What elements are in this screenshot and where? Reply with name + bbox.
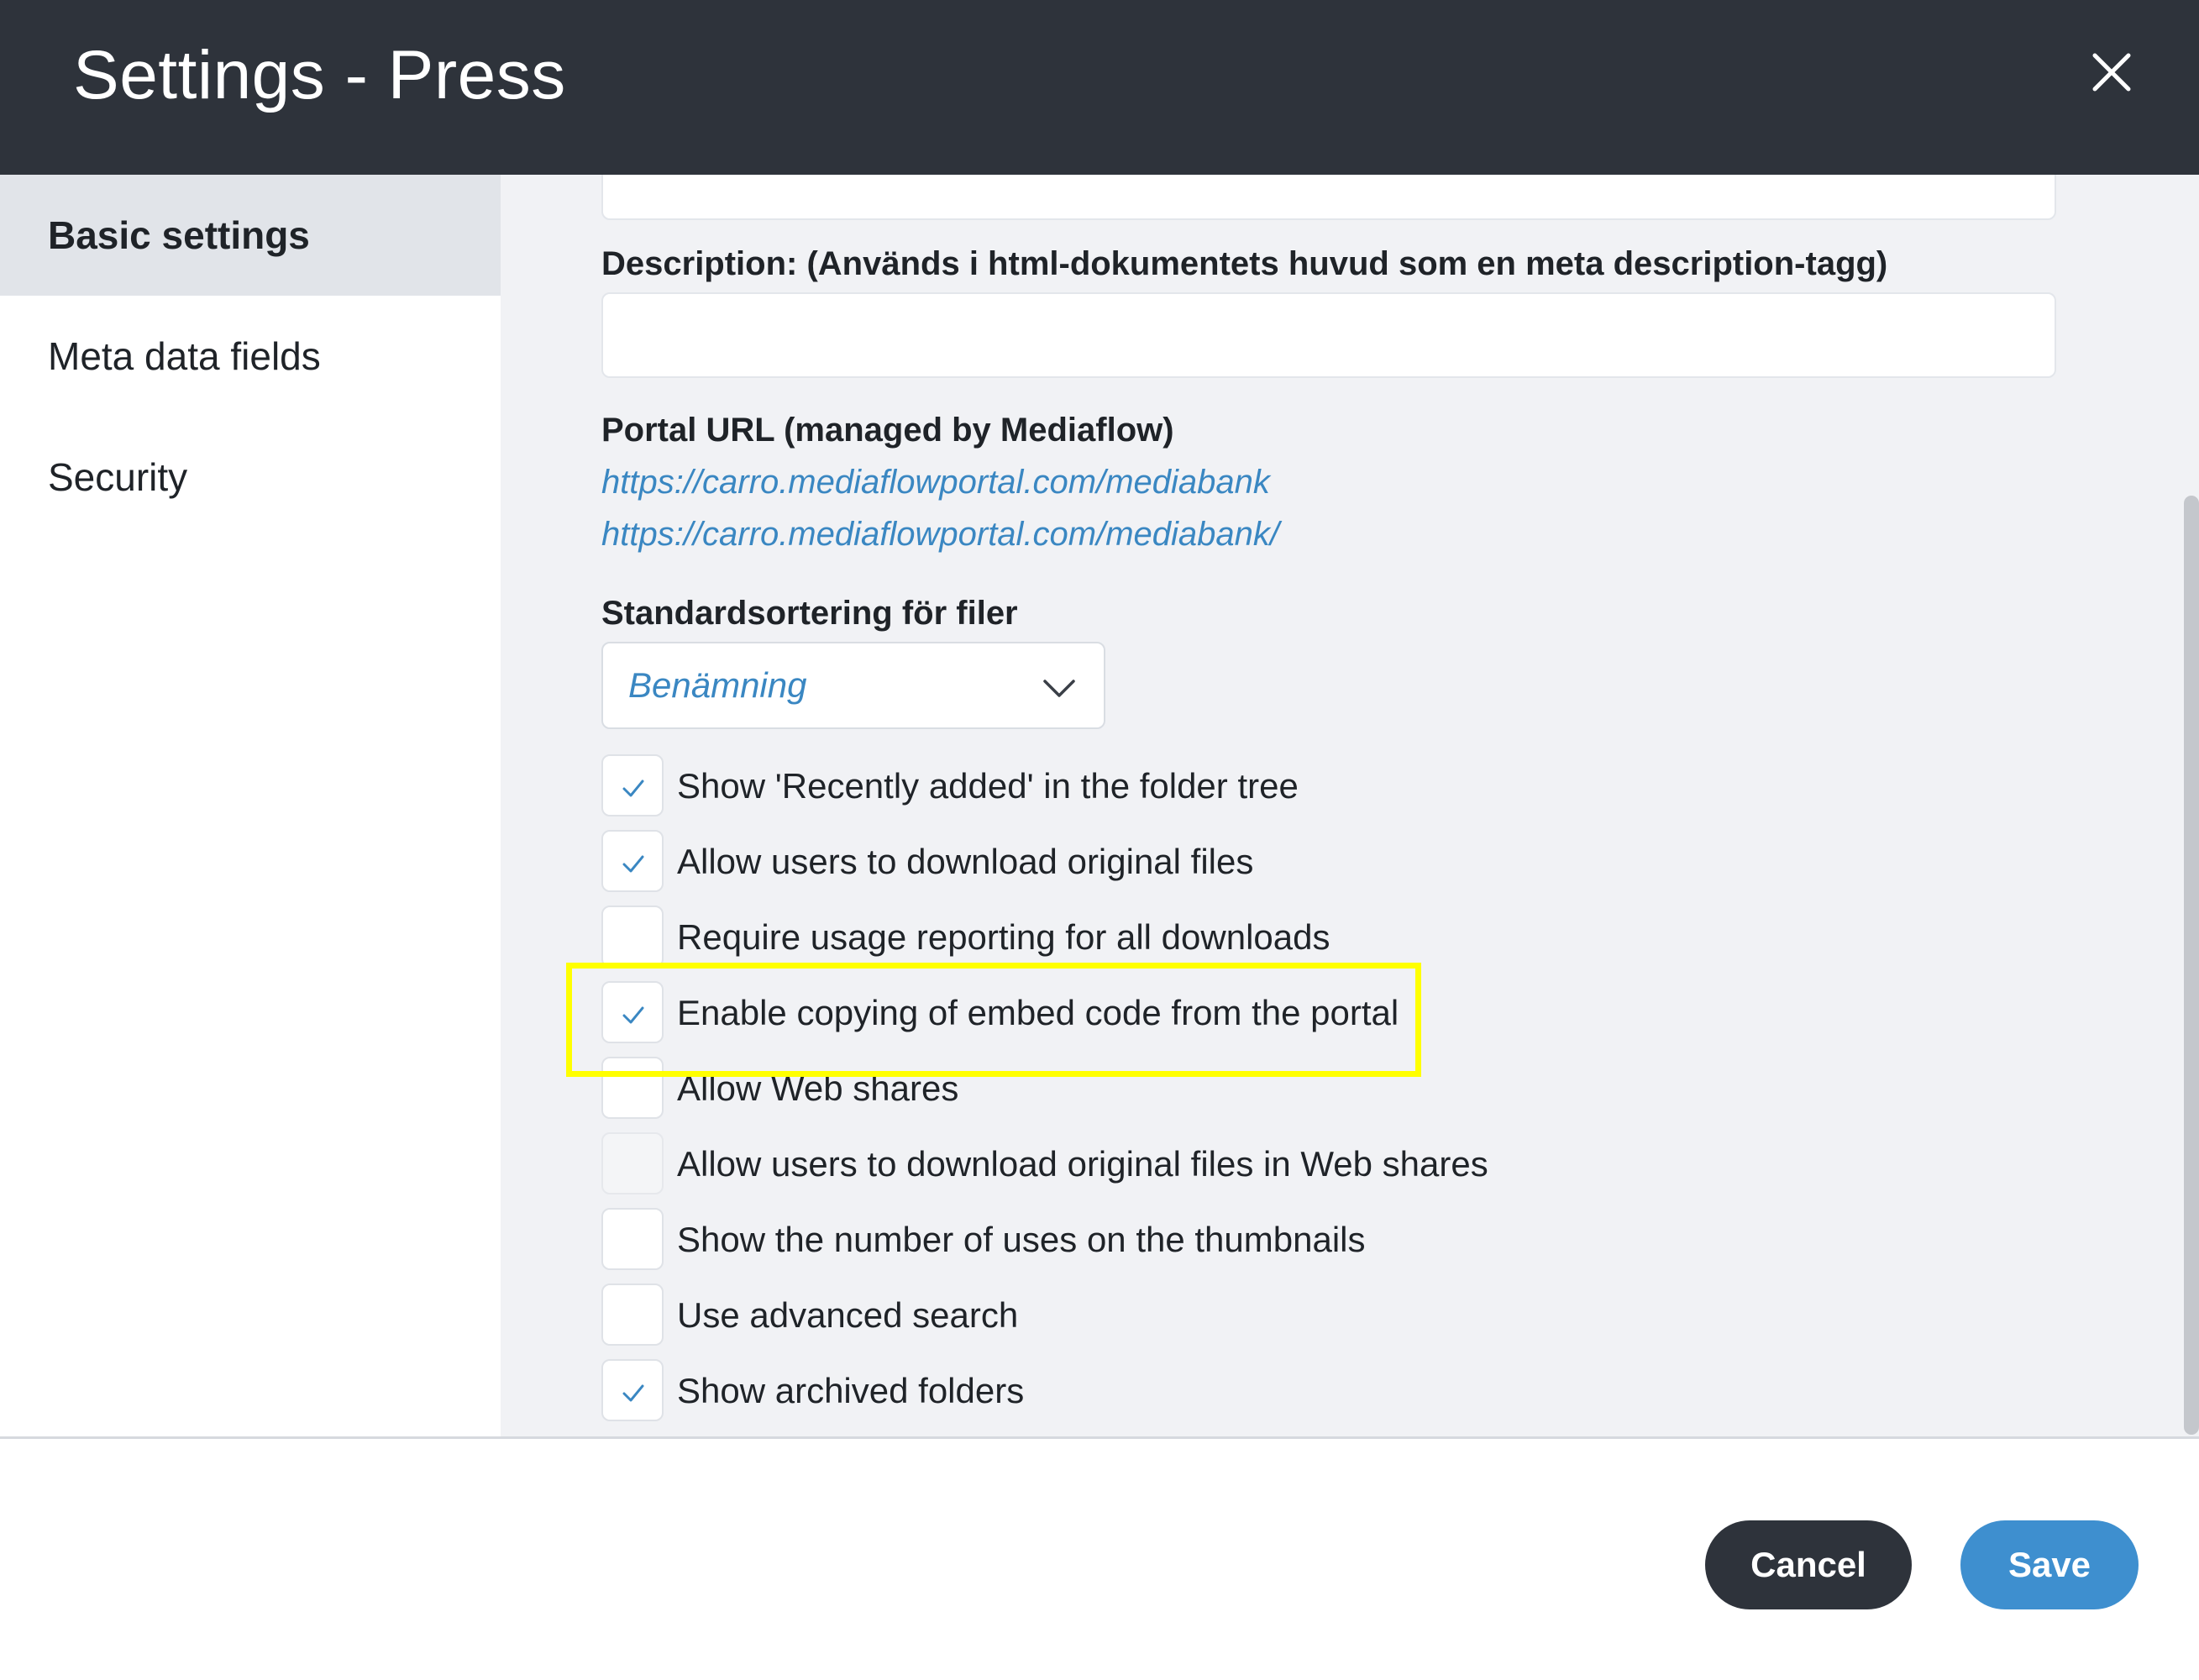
checkbox-label: Use advanced search — [677, 1295, 1019, 1335]
checkbox-row-recently-added: Show 'Recently added' in the folder tree — [601, 754, 1525, 818]
checkbox-embed-code[interactable] — [601, 981, 664, 1043]
checkbox-archived-folders[interactable] — [601, 1359, 664, 1421]
dialog-title: Settings - Press — [73, 37, 566, 113]
checkbox-label: Show 'Recently added' in the folder tree — [677, 766, 1299, 806]
sort-label: Standardsortering för filer — [601, 595, 1018, 632]
sort-select[interactable]: Benämning — [601, 642, 1105, 729]
checkbox-web-shares-download[interactable] — [601, 1132, 664, 1194]
checkbox-row-number-of-uses: Show the number of uses on the thumbnail… — [601, 1208, 1525, 1272]
description-label: Description: (Används i html-dokumentets… — [601, 245, 1888, 282]
sidebar-item-basic-settings[interactable]: Basic settings — [0, 175, 536, 296]
portal-url-link[interactable]: https://carro.mediaflowportal.com/mediab… — [601, 516, 1279, 554]
sidebar-item-label: Basic settings — [48, 213, 310, 257]
checkbox-row-download-original: Allow users to download original files — [601, 830, 1525, 894]
content-scrollbar[interactable] — [2184, 496, 2199, 1435]
checkbox-usage-reporting[interactable] — [601, 906, 664, 968]
checkbox-label: Allow Web shares — [677, 1068, 959, 1108]
check-icon — [622, 1384, 644, 1402]
sidebar-item-label: Security — [48, 455, 188, 499]
sidebar-item-label: Meta data fields — [48, 334, 321, 378]
checkbox-label: Require usage reporting for all download… — [677, 917, 1330, 957]
checkbox-label: Show the number of uses on the thumbnail… — [677, 1220, 1366, 1259]
checkbox-row-usage-reporting: Require usage reporting for all download… — [601, 906, 1525, 969]
portal-url-link[interactable]: https://carro.mediaflowportal.com/mediab… — [601, 464, 1270, 501]
sidebar-item-meta-data-fields[interactable]: Meta data fields — [0, 296, 501, 417]
checkbox-label: Allow users to download original files i… — [677, 1144, 1488, 1184]
check-icon — [622, 780, 644, 797]
checkbox-number-of-uses[interactable] — [601, 1208, 664, 1270]
checkbox-download-original[interactable] — [601, 830, 664, 892]
chevron-down-icon — [1043, 680, 1075, 697]
check-icon — [622, 855, 644, 873]
close-icon[interactable] — [2081, 42, 2142, 102]
checkbox-row-web-shares: Allow Web shares — [601, 1057, 1525, 1121]
save-button[interactable]: Save — [1960, 1520, 2139, 1609]
checkbox-label: Allow users to download original files — [677, 842, 1254, 881]
checkbox-row-archived-folders: Show archived folders — [601, 1359, 1525, 1423]
checkbox-row-web-shares-download: Allow users to download original files i… — [601, 1132, 1525, 1196]
portal-url-label: Portal URL (managed by Mediaflow) — [601, 412, 1174, 449]
settings-sidebar: Basic settings Meta data fields Security — [0, 175, 536, 1436]
checkbox-web-shares[interactable] — [601, 1057, 664, 1119]
name-input[interactable]: Press — [601, 175, 2056, 220]
check-icon — [622, 1006, 644, 1024]
checkbox-label: Enable copying of embed code from the po… — [677, 993, 1399, 1032]
sidebar-item-security[interactable]: Security — [0, 417, 501, 538]
sort-select-value: Benämning — [628, 665, 807, 705]
checkbox-row-embed-code: Enable copying of embed code from the po… — [601, 981, 1525, 1045]
name-input-value: Press — [628, 175, 718, 181]
cancel-button[interactable]: Cancel — [1705, 1520, 1912, 1609]
checkbox-advanced-search[interactable] — [601, 1284, 664, 1346]
dialog-footer: Cancel Save — [0, 1436, 2199, 1680]
dialog-header: Settings - Press — [0, 0, 2199, 175]
checkbox-recently-added[interactable] — [601, 754, 664, 816]
settings-content: Press Description: (Används i html-dokum… — [501, 175, 2199, 1436]
checkbox-label: Show archived folders — [677, 1371, 1025, 1410]
description-input[interactable] — [601, 292, 2056, 378]
checkbox-row-advanced-search: Use advanced search — [601, 1284, 1525, 1347]
